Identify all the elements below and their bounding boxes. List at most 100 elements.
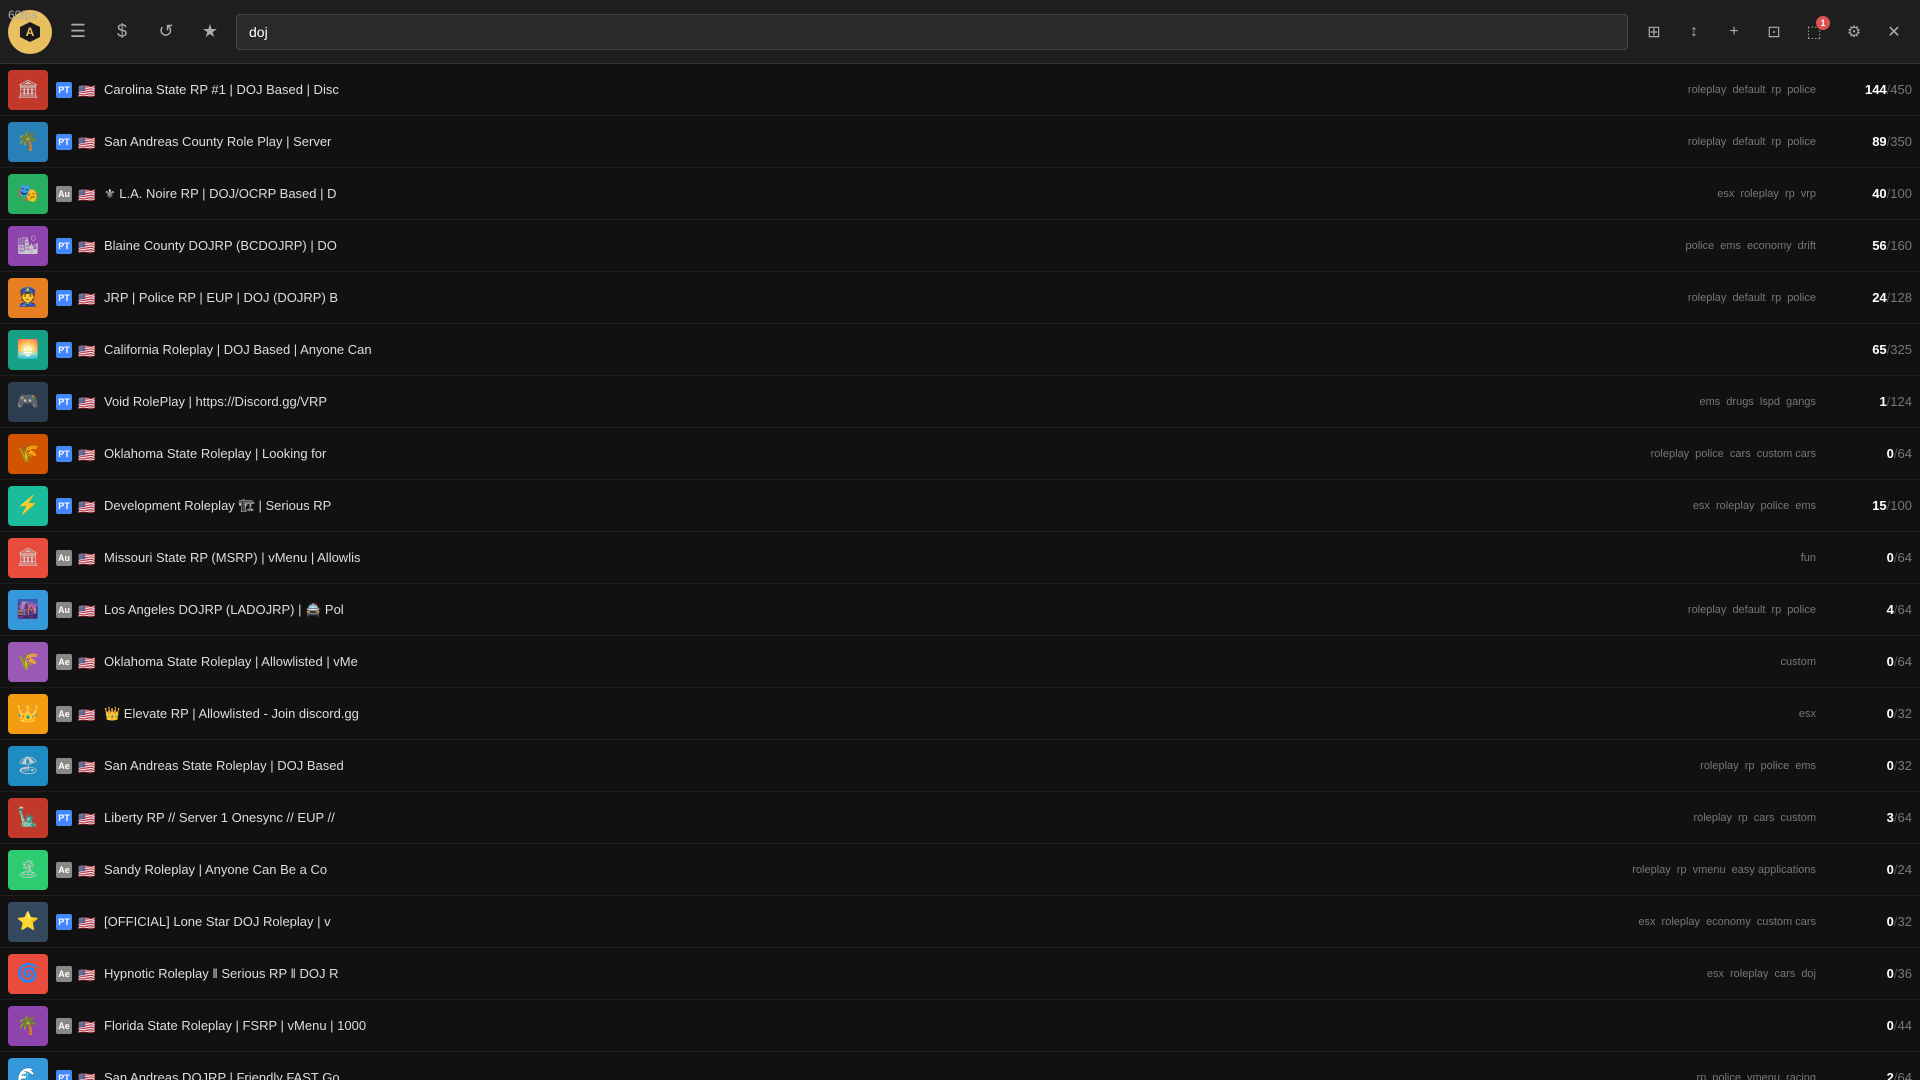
server-tag: roleplay xyxy=(1651,448,1690,460)
server-name: Oklahoma State Roleplay | Allowlisted | … xyxy=(104,654,1781,669)
favorites-button[interactable]: ★ xyxy=(192,14,228,50)
server-thumbnail: 🏖 xyxy=(8,746,48,786)
server-thumbnail: 🎮 xyxy=(8,382,48,422)
server-tag: police xyxy=(1787,292,1816,304)
server-row[interactable]: 🏛 PT 🇺🇸 Carolina State RP #1 | DOJ Based… xyxy=(0,64,1920,116)
server-row[interactable]: ⚡ PT 🇺🇸 Development Roleplay 🏗 | Serious… xyxy=(0,480,1920,532)
server-thumbnail: 🏛 xyxy=(8,538,48,578)
server-name: JRP | Police RP | EUP | DOJ (DOJRP) B xyxy=(104,290,1688,305)
add-button[interactable]: + xyxy=(1716,14,1752,50)
server-tag: police xyxy=(1787,84,1816,96)
server-tag: police xyxy=(1712,1072,1741,1080)
server-row[interactable]: 🌾 Ae 🇺🇸 Oklahoma State Roleplay | Allowl… xyxy=(0,636,1920,688)
server-tag: vmenu xyxy=(1747,1072,1780,1080)
server-row[interactable]: 🌴 PT 🇺🇸 San Andreas County Role Play | S… xyxy=(0,116,1920,168)
server-count: 0/32 xyxy=(1832,758,1912,773)
flag-icon: 🇺🇸 xyxy=(78,915,98,929)
server-tag: economy xyxy=(1747,240,1792,252)
server-row[interactable]: 🌴 Ae 🇺🇸 Florida State Roleplay | FSRP | … xyxy=(0,1000,1920,1052)
screen2-button[interactable]: ⬚ 1 xyxy=(1796,14,1832,50)
server-row[interactable]: 🌅 PT 🇺🇸 California Roleplay | DOJ Based … xyxy=(0,324,1920,376)
server-tag: rp xyxy=(1771,84,1781,96)
server-name: Liberty RP // Server 1 Onesync // EUP // xyxy=(104,810,1693,825)
server-tag: police xyxy=(1760,500,1789,512)
server-name: ⚜ L.A. Noire RP | DOJ/OCRP Based | D xyxy=(104,186,1717,202)
server-thumbnail: 🌴 xyxy=(8,122,48,162)
filter-button[interactable]: ⊞ xyxy=(1636,14,1672,50)
menu-button[interactable]: ☰ xyxy=(60,14,96,50)
server-tag: rp xyxy=(1771,136,1781,148)
server-row[interactable]: 🏝 Ae 🇺🇸 Sandy Roleplay | Anyone Can Be a… xyxy=(0,844,1920,896)
sort-button[interactable]: ↕ xyxy=(1676,14,1712,50)
server-row[interactable]: 👑 Ae 🇺🇸 👑 Elevate RP | Allowlisted - Joi… xyxy=(0,688,1920,740)
flag-icon: 🇺🇸 xyxy=(78,811,98,825)
server-tag: vrp xyxy=(1801,188,1816,200)
server-tags: roleplaypolicecarscustom cars xyxy=(1651,448,1816,460)
history-icon: ↺ xyxy=(158,21,173,42)
flag-icon: 🇺🇸 xyxy=(78,863,98,877)
server-thumbnail: 🌴 xyxy=(8,1006,48,1046)
server-row[interactable]: 🎭 Au 🇺🇸 ⚜ L.A. Noire RP | DOJ/OCRP Based… xyxy=(0,168,1920,220)
server-count: 0/44 xyxy=(1832,1018,1912,1033)
right-icons: ⊞ ↕ + ⊡ ⬚ 1 ⚙ ✕ xyxy=(1636,14,1912,50)
search-input[interactable]: doj xyxy=(236,14,1628,50)
sort-icon: ↕ xyxy=(1690,23,1698,41)
menu-icon: ☰ xyxy=(70,21,86,42)
flag-icon: 🇺🇸 xyxy=(78,83,98,97)
server-count: 56/160 xyxy=(1832,238,1912,253)
server-row[interactable]: ⭐ PT 🇺🇸 [OFFICIAL] Lone Star DOJ Rolepla… xyxy=(0,896,1920,948)
server-badge: Au xyxy=(56,550,72,566)
server-badge: Au xyxy=(56,602,72,618)
server-tag: rp xyxy=(1771,292,1781,304)
server-count: 24/128 xyxy=(1832,290,1912,305)
server-name: Hypnotic Roleplay ‖ Serious RP ‖ DOJ R xyxy=(104,966,1707,981)
server-tag: ems xyxy=(1795,500,1816,512)
server-tag: rp xyxy=(1677,864,1687,876)
server-tag: rp xyxy=(1738,812,1748,824)
server-name: Florida State Roleplay | FSRP | vMenu | … xyxy=(104,1018,1816,1033)
server-tag: drift xyxy=(1798,240,1816,252)
screen-button[interactable]: ⊡ xyxy=(1756,14,1792,50)
server-tag: rp xyxy=(1771,604,1781,616)
server-tag: cars xyxy=(1754,812,1775,824)
server-badge: PT xyxy=(56,82,72,98)
add-icon: + xyxy=(1729,23,1738,41)
server-badge: Ae xyxy=(56,966,72,982)
server-row[interactable]: 🌾 PT 🇺🇸 Oklahoma State Roleplay | Lookin… xyxy=(0,428,1920,480)
flag-icon: 🇺🇸 xyxy=(78,499,98,513)
server-row[interactable]: 👮 PT 🇺🇸 JRP | Police RP | EUP | DOJ (DOJ… xyxy=(0,272,1920,324)
top-bar: A ☰ $ ↺ ★ doj ⊞ ↕ + ⊡ ⬚ 1 ⚙ xyxy=(0,0,1920,64)
server-row[interactable]: 🏖 Ae 🇺🇸 San Andreas State Roleplay | DOJ… xyxy=(0,740,1920,792)
flag-icon: 🇺🇸 xyxy=(78,395,98,409)
server-tags: fun xyxy=(1801,552,1816,564)
server-tag: vmenu xyxy=(1693,864,1726,876)
server-name: Los Angeles DOJRP (LADOJRP) | 🚔 Pol xyxy=(104,602,1688,618)
server-tag: rp xyxy=(1696,1072,1706,1080)
server-row[interactable]: 🏙 PT 🇺🇸 Blaine County DOJRP (BCDOJRP) | … xyxy=(0,220,1920,272)
server-tag: roleplay xyxy=(1632,864,1671,876)
server-badge: PT xyxy=(56,914,72,930)
server-name: Carolina State RP #1 | DOJ Based | Disc xyxy=(104,82,1688,97)
money-button[interactable]: $ xyxy=(104,14,140,50)
server-badge: PT xyxy=(56,342,72,358)
close-button[interactable]: ✕ xyxy=(1876,14,1912,50)
server-row[interactable]: 🌆 Au 🇺🇸 Los Angeles DOJRP (LADOJRP) | 🚔 … xyxy=(0,584,1920,636)
server-row[interactable]: 🌊 PT 🇺🇸 San Andreas DOJRP | Friendly FAS… xyxy=(0,1052,1920,1080)
server-tag: esx xyxy=(1638,916,1655,928)
server-row[interactable]: 🎮 PT 🇺🇸 Void RolePlay | https://Discord.… xyxy=(0,376,1920,428)
server-row[interactable]: 🏛 Au 🇺🇸 Missouri State RP (MSRP) | vMenu… xyxy=(0,532,1920,584)
server-tags: roleplayrppoliceems xyxy=(1700,760,1816,772)
server-row[interactable]: 🗽 PT 🇺🇸 Liberty RP // Server 1 Onesync /… xyxy=(0,792,1920,844)
server-tag: roleplay xyxy=(1730,968,1769,980)
server-count: 89/350 xyxy=(1832,134,1912,149)
settings-button[interactable]: ⚙ xyxy=(1836,14,1872,50)
server-badge: Ae xyxy=(56,706,72,722)
server-tag: doj xyxy=(1801,968,1816,980)
server-tag: roleplay xyxy=(1688,84,1727,96)
server-row[interactable]: 🌀 Ae 🇺🇸 Hypnotic Roleplay ‖ Serious RP ‖… xyxy=(0,948,1920,1000)
server-tag: gangs xyxy=(1786,396,1816,408)
server-name: Oklahoma State Roleplay | Looking for xyxy=(104,446,1651,461)
server-thumbnail: ⭐ xyxy=(8,902,48,942)
server-thumbnail: 🌾 xyxy=(8,434,48,474)
history-button[interactable]: ↺ xyxy=(148,14,184,50)
